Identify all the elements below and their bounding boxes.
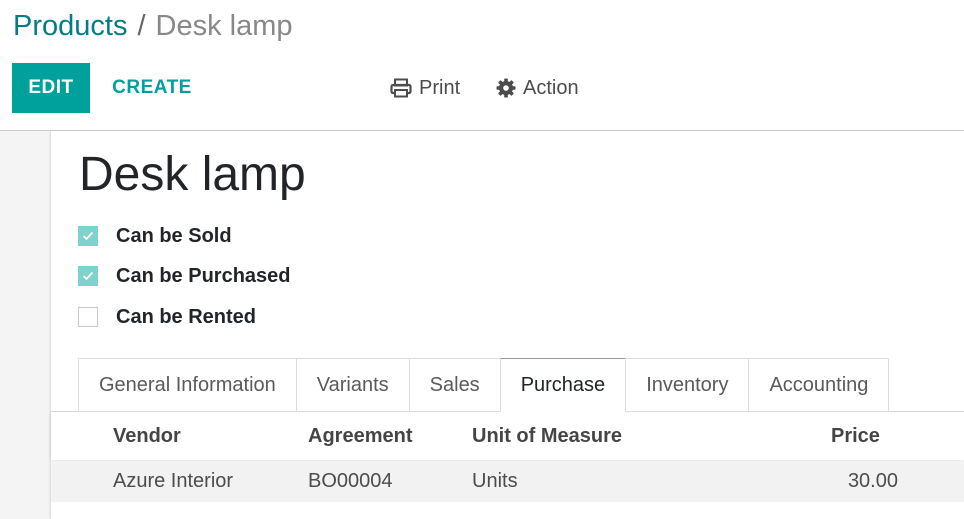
can-be-sold-checkbox[interactable] [78,226,98,246]
can-be-purchased-option: Can be Purchased [78,265,291,287]
print-icon [390,78,412,98]
check-icon [82,231,94,241]
breadcrumb: Products / Desk lamp [13,8,293,44]
vendor-table-header: Vendor Agreement Unit of Measure Price [51,412,964,460]
tab-accounting[interactable]: Accounting [748,358,890,412]
column-header-unit-of-measure[interactable]: Unit of Measure [472,425,622,448]
column-header-price[interactable]: Price [831,425,880,448]
cell-price: 30.00 [847,470,898,492]
gear-icon [496,78,516,98]
tab-variants[interactable]: Variants [295,358,409,412]
action-dropdown[interactable]: Action [496,74,579,102]
can-be-rented-checkbox[interactable] [78,307,98,327]
tab-purchase[interactable]: Purchase [499,358,626,412]
action-label: Action [523,76,579,99]
column-header-agreement[interactable]: Agreement [308,425,412,448]
breadcrumb-products-link[interactable]: Products [13,10,127,42]
edit-button[interactable]: EDIT [12,63,90,113]
cell-agreement: BO00004 [308,470,393,492]
table-row[interactable]: Azure Interior BO00004 Units 30.00 [51,461,964,502]
product-name: Desk lamp [79,148,306,201]
cell-unit-of-measure: Units [472,470,518,492]
print-label: Print [419,76,461,99]
cell-vendor: Azure Interior [113,470,234,492]
notebook-tabs: General Information Variants Sales Purch… [78,358,890,412]
tab-general-information[interactable]: General Information [78,358,296,412]
breadcrumb-separator: / [137,10,146,42]
can-be-purchased-label: Can be Purchased [116,264,291,287]
tab-inventory[interactable]: Inventory [625,358,749,412]
tab-sales[interactable]: Sales [408,358,500,412]
print-dropdown[interactable]: Print [390,74,460,102]
can-be-sold-option: Can be Sold [78,225,232,247]
breadcrumb-current: Desk lamp [155,10,293,42]
check-icon [82,271,94,281]
column-header-vendor[interactable]: Vendor [113,425,181,448]
form-sheet: Desk lamp Can be Sold Can be Purchased C… [51,131,964,519]
can-be-purchased-checkbox[interactable] [78,266,98,286]
can-be-sold-label: Can be Sold [116,224,232,247]
can-be-rented-label: Can be Rented [116,305,257,328]
can-be-rented-option: Can be Rented [78,306,256,328]
create-button[interactable]: CREATE [104,63,200,113]
